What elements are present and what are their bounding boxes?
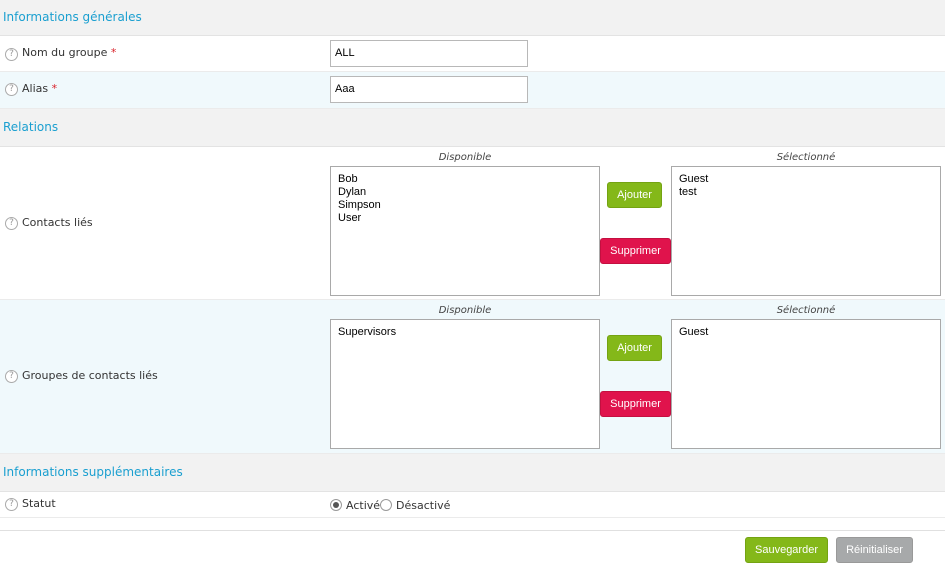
section-extra-title: Informations supplémentaires	[3, 465, 183, 479]
alias-label: Alias *	[22, 82, 57, 95]
list-option[interactable]: Simpson	[338, 199, 592, 212]
alias-input[interactable]: Aaa	[330, 76, 528, 103]
contacts-add-button[interactable]: Ajouter	[607, 182, 662, 208]
list-option[interactable]: Guest	[679, 173, 933, 186]
group-name-label: Nom du groupe *	[22, 46, 116, 59]
section-relations-header: Relations	[0, 109, 945, 147]
status-enabled-radio[interactable]	[330, 499, 342, 511]
section-extra-header: Informations supplémentaires	[0, 454, 945, 492]
contacts-row: ? Contacts liés Disponible Bob Dylan Sim…	[0, 147, 945, 300]
contact-groups-available-caption: Disponible	[438, 305, 492, 316]
help-icon[interactable]: ?	[5, 498, 18, 511]
contact-groups-label: Groupes de contacts liés	[22, 369, 158, 382]
help-icon[interactable]: ?	[5, 83, 18, 96]
list-option[interactable]: Bob	[338, 173, 592, 186]
help-icon[interactable]: ?	[5, 370, 18, 383]
list-option[interactable]: Dylan	[338, 186, 592, 199]
required-marker: *	[51, 82, 58, 95]
contacts-label: Contacts liés	[22, 216, 93, 229]
required-marker: *	[110, 46, 117, 59]
help-icon[interactable]: ?	[5, 217, 18, 230]
contact-groups-selected-caption: Sélectionné	[776, 305, 836, 316]
section-general-title: Informations générales	[3, 10, 142, 24]
help-icon[interactable]: ?	[5, 48, 18, 61]
contact-groups-add-button[interactable]: Ajouter	[607, 335, 662, 361]
reset-button[interactable]: Réinitialiser	[836, 537, 913, 563]
save-button[interactable]: Sauvegarder	[745, 537, 828, 563]
alias-label-text: Alias	[22, 82, 49, 95]
group-name-row: ? Nom du groupe * ALL	[0, 36, 945, 72]
status-label: Statut	[22, 497, 56, 510]
section-relations-title: Relations	[3, 120, 59, 134]
form-footer: Sauvegarder Réinitialiser	[0, 530, 945, 565]
alias-row: ? Alias * Aaa	[0, 72, 945, 109]
status-row: ? Statut Activé Désactivé	[0, 492, 945, 518]
list-option[interactable]: User	[338, 212, 592, 225]
contact-groups-available-list[interactable]: Supervisors	[330, 319, 600, 449]
contacts-available-list[interactable]: Bob Dylan Simpson User	[330, 166, 600, 296]
status-disabled-label[interactable]: Désactivé	[396, 499, 450, 512]
contacts-remove-button[interactable]: Supprimer	[600, 238, 671, 264]
list-option[interactable]: Guest	[679, 326, 933, 339]
contacts-selected-list[interactable]: Guest test	[671, 166, 941, 296]
contacts-selected-caption: Sélectionné	[776, 152, 836, 163]
contacts-available-caption: Disponible	[438, 152, 492, 163]
group-name-label-text: Nom du groupe	[22, 46, 108, 59]
list-option[interactable]: Supervisors	[338, 326, 592, 339]
contact-groups-row: ? Groupes de contacts liés Disponible Su…	[0, 300, 945, 454]
section-general-header: Informations générales	[0, 0, 945, 36]
status-disabled-radio[interactable]	[380, 499, 392, 511]
group-name-input[interactable]: ALL	[330, 40, 528, 67]
contact-groups-remove-button[interactable]: Supprimer	[600, 391, 671, 417]
list-option[interactable]: test	[679, 186, 933, 199]
contact-groups-selected-list[interactable]: Guest	[671, 319, 941, 449]
status-enabled-label[interactable]: Activé	[346, 499, 380, 512]
